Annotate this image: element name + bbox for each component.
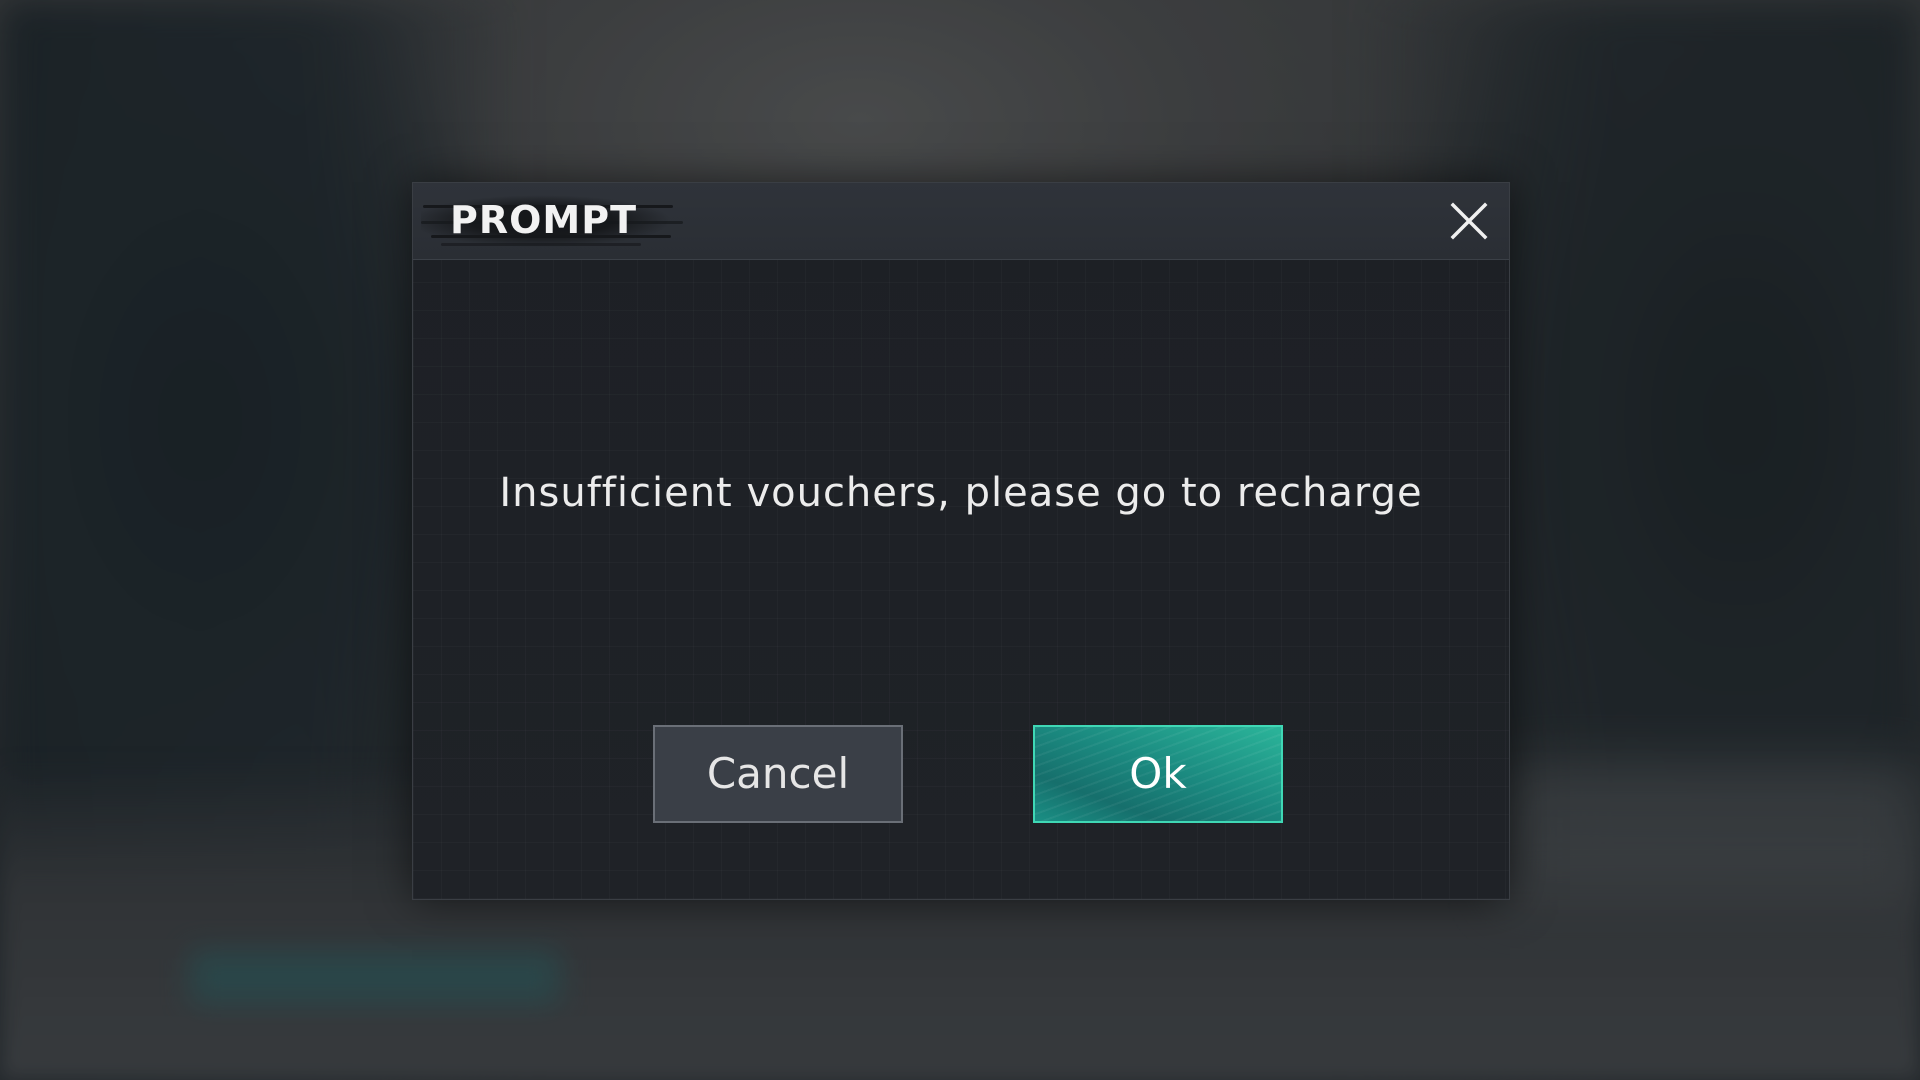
dialog-title: PROMPT bbox=[450, 198, 638, 242]
dialog-message: Insufficient vouchers, please go to rech… bbox=[499, 470, 1423, 516]
game-screen: PROMPT Insufficient vouchers, please go … bbox=[0, 0, 1920, 1080]
prompt-dialog: PROMPT Insufficient vouchers, please go … bbox=[412, 182, 1510, 900]
cancel-button[interactable]: Cancel bbox=[653, 725, 903, 823]
dialog-header: PROMPT bbox=[413, 183, 1509, 260]
close-icon bbox=[1450, 202, 1488, 240]
close-button[interactable] bbox=[1445, 197, 1493, 245]
ok-button[interactable]: Ok bbox=[1033, 725, 1283, 823]
